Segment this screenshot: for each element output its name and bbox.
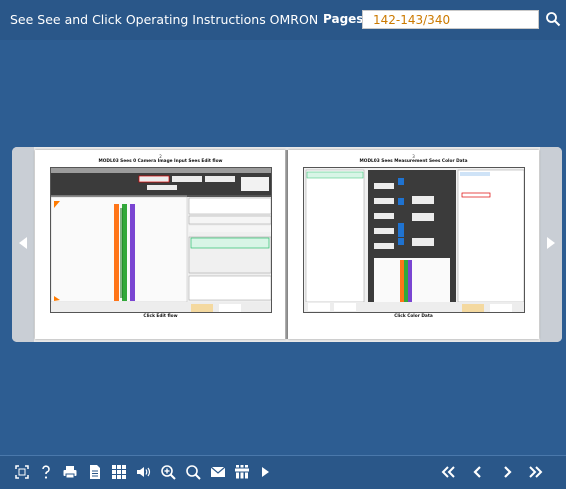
search-button[interactable] xyxy=(544,10,562,28)
document-title: See See and Click Operating Instructions… xyxy=(10,12,320,27)
prev-page-icon xyxy=(473,466,481,478)
left-page[interactable]: 2 MODL03 Sees 0 Camera Image Input Sees … xyxy=(35,150,286,339)
first-page-icon xyxy=(441,466,455,478)
share-button[interactable] xyxy=(234,464,250,480)
play-icon xyxy=(262,467,269,477)
document-icon xyxy=(90,465,100,479)
document-button[interactable] xyxy=(87,464,103,480)
page-number-input[interactable] xyxy=(362,10,539,29)
help-button[interactable] xyxy=(38,464,54,480)
first-page-button[interactable] xyxy=(440,464,456,480)
thumbnails-button[interactable] xyxy=(111,464,127,480)
page-heading: MODL03 Sees Measurement Sees Color Data xyxy=(359,159,468,164)
zoom-in-icon xyxy=(161,465,176,480)
page-screenshot xyxy=(50,167,272,313)
next-page-icon xyxy=(504,466,512,478)
prev-page-button[interactable] xyxy=(469,464,485,480)
grid-icon xyxy=(112,465,126,479)
last-page-button[interactable] xyxy=(528,464,544,480)
page-heading: MODL03 Sees 0 Camera Image Input Sees Ed… xyxy=(98,159,223,164)
email-button[interactable] xyxy=(210,464,226,480)
search-icon xyxy=(546,12,561,27)
zoom-in-button[interactable] xyxy=(160,464,176,480)
sound-icon xyxy=(137,467,151,477)
arrow-left-icon xyxy=(19,237,27,249)
fit-icon xyxy=(15,465,29,479)
software-screenshot-image xyxy=(304,168,524,312)
next-page-button[interactable] xyxy=(500,464,516,480)
mail-icon xyxy=(210,466,226,477)
book-viewer: 2 MODL03 Sees 0 Camera Image Input Sees … xyxy=(12,147,562,342)
print-button[interactable] xyxy=(62,464,78,480)
share-icon xyxy=(235,465,249,479)
page-footer-caption: Click Edit flow xyxy=(143,314,178,319)
search-icon xyxy=(186,465,201,480)
software-screenshot-image xyxy=(51,168,271,312)
arrow-right-icon xyxy=(547,237,555,249)
right-page[interactable]: 3 MODL03 Sees Measurement Sees Color Dat… xyxy=(288,150,539,339)
bottom-toolbar xyxy=(0,456,566,489)
previous-page-button[interactable] xyxy=(12,147,34,342)
page-footer-caption: Click Color Data xyxy=(394,314,433,319)
autoplay-button[interactable] xyxy=(257,464,273,480)
last-page-icon xyxy=(529,466,543,478)
help-icon xyxy=(42,465,50,479)
sound-button[interactable] xyxy=(136,464,152,480)
search-text-button[interactable] xyxy=(185,464,201,480)
page-screenshot xyxy=(303,167,525,313)
title-bar: See See and Click Operating Instructions… xyxy=(0,0,566,40)
fit-button[interactable] xyxy=(14,464,30,480)
print-icon xyxy=(63,466,77,479)
next-page-button[interactable] xyxy=(540,147,562,342)
